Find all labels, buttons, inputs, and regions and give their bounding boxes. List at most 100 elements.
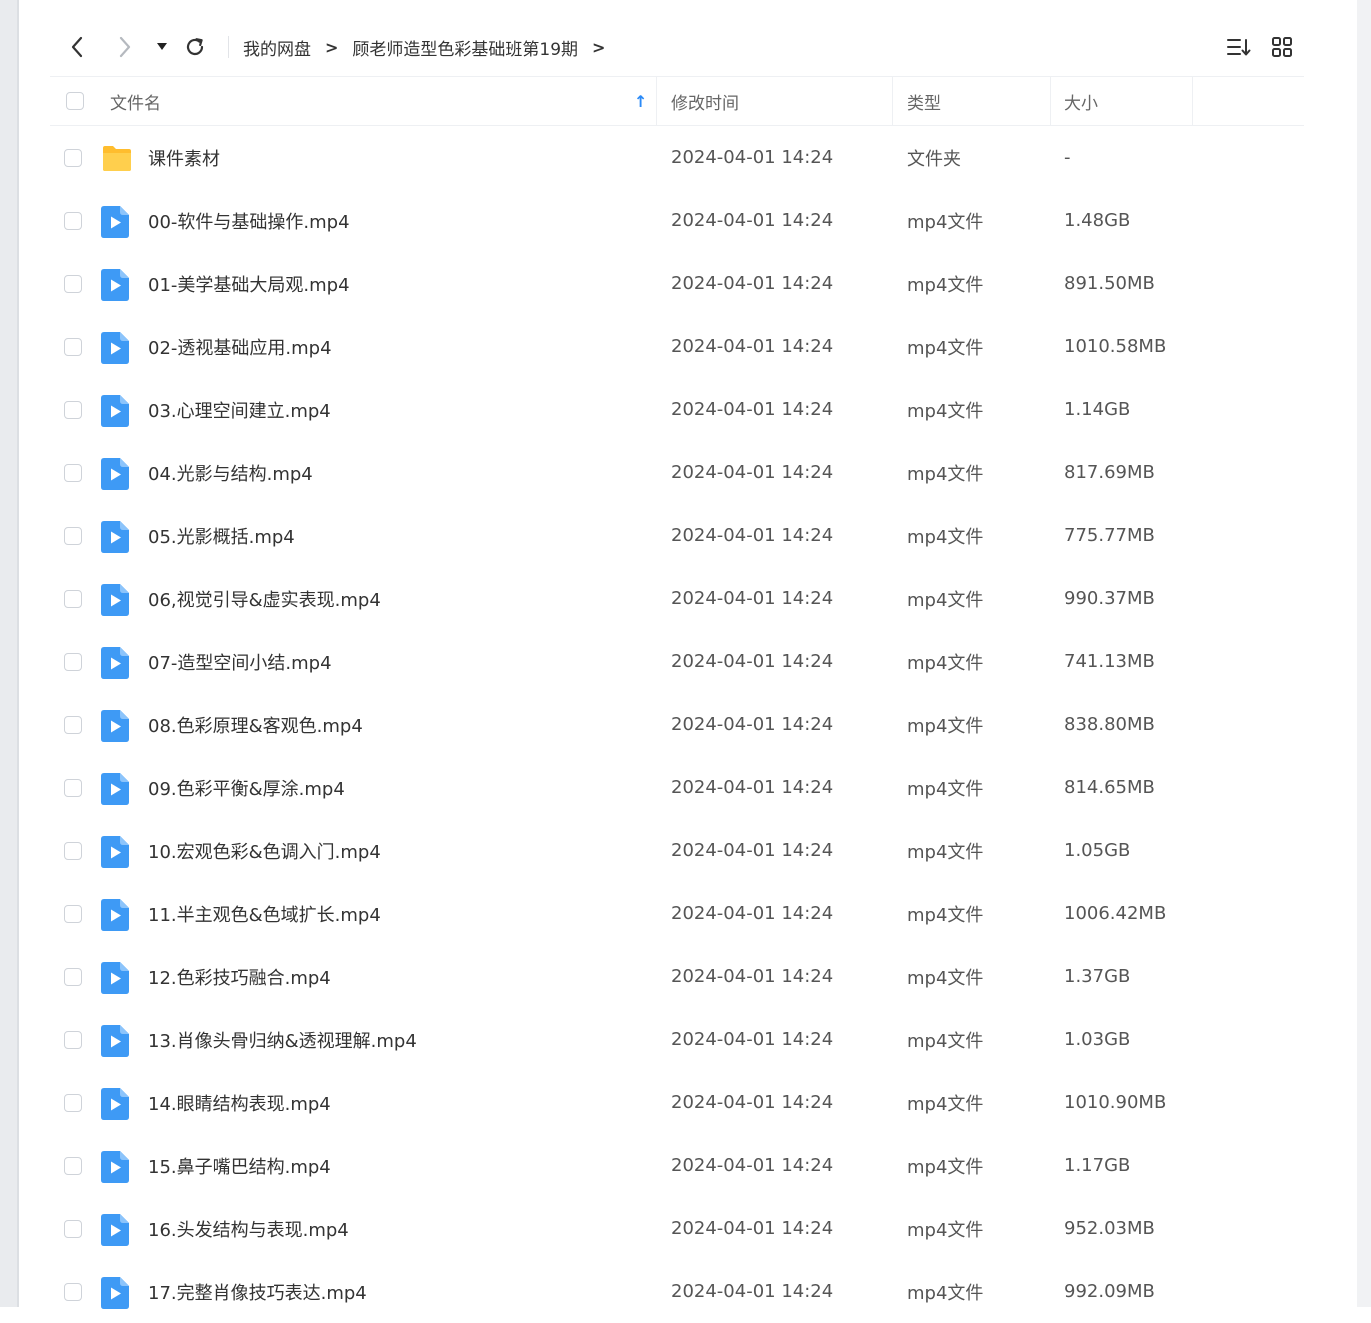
breadcrumb-root[interactable]: 我的网盘 <box>243 35 311 60</box>
select-all-checkbox[interactable] <box>66 92 84 110</box>
table-row[interactable]: 05.光影概括.mp4 2024-04-01 14:24 mp4文件 775.77MB <box>50 504 1304 567</box>
table-row[interactable]: 00-软件与基础操作.mp4 2024-04-01 14:24 mp4文件 1.48G… <box>50 189 1304 252</box>
table-row[interactable]: 13.肖像头骨归纳&透视理解.mp4 2024-04-01 14:24 mp4文件 1… <box>50 1008 1304 1071</box>
column-header-time[interactable]: 修改时间 <box>671 77 891 125</box>
table-row[interactable]: 01-美学基础大局观.mp4 2024-04-01 14:24 mp4文件 891.5… <box>50 252 1304 315</box>
file-type-icon <box>101 1277 131 1309</box>
row-checkbox[interactable] <box>64 338 82 356</box>
file-type-icon <box>101 836 131 868</box>
row-checkbox[interactable] <box>64 1094 82 1112</box>
column-header-type[interactable]: 类型 <box>907 77 1047 125</box>
table-row[interactable]: 04.光影与结构.mp4 2024-04-01 14:24 mp4文件 817.69M… <box>50 441 1304 504</box>
column-divider <box>1192 77 1193 125</box>
file-name[interactable]: 02-透视基础应用.mp4 <box>148 315 332 378</box>
file-name[interactable]: 03.心理空间建立.mp4 <box>148 378 331 441</box>
file-size: 1.14GB <box>1064 399 1131 420</box>
file-size: 1010.90MB <box>1064 1092 1167 1113</box>
file-name[interactable]: 00-软件与基础操作.mp4 <box>148 189 350 252</box>
file-name[interactable]: 08.色彩原理&客观色.mp4 <box>148 693 363 756</box>
file-name[interactable]: 09.色彩平衡&厚涂.mp4 <box>148 756 345 819</box>
table-row[interactable]: 10.宏观色彩&色调入门.mp4 2024-04-01 14:24 mp4文件 1.0… <box>50 819 1304 882</box>
file-name[interactable]: 07-造型空间小结.mp4 <box>148 630 332 693</box>
table-row[interactable]: 11.半主观色&色域扩长.mp4 2024-04-01 14:24 mp4文件 100… <box>50 882 1304 945</box>
column-header-time-label: 修改时间 <box>671 93 739 114</box>
forward-button[interactable] <box>110 24 140 70</box>
table-row[interactable]: 08.色彩原理&客观色.mp4 2024-04-01 14:24 mp4文件 838.… <box>50 693 1304 756</box>
file-name[interactable]: 12.色彩技巧融合.mp4 <box>148 945 331 1008</box>
file-type-icon <box>101 584 131 616</box>
table-row[interactable]: 12.色彩技巧融合.mp4 2024-04-01 14:24 mp4文件 1.37GB <box>50 945 1304 1008</box>
file-type-icon <box>101 521 131 553</box>
history-dropdown-button[interactable] <box>150 24 174 70</box>
sort-list-icon <box>1227 39 1251 56</box>
breadcrumb-current-folder[interactable]: 顾老师造型色彩基础班第19期 <box>352 35 578 60</box>
table-row[interactable]: 14.眼睛结构表现.mp4 2024-04-01 14:24 mp4文件 1010.9… <box>50 1071 1304 1134</box>
file-name[interactable]: 课件素材 <box>148 126 220 189</box>
row-checkbox[interactable] <box>64 275 82 293</box>
row-checkbox[interactable] <box>64 590 82 608</box>
file-size: 952.03MB <box>1064 1218 1155 1239</box>
row-checkbox[interactable] <box>64 212 82 230</box>
file-name[interactable]: 14.眼睛结构表现.mp4 <box>148 1071 331 1134</box>
row-checkbox[interactable] <box>64 653 82 671</box>
file-size: 741.13MB <box>1064 651 1155 672</box>
row-checkbox[interactable] <box>64 716 82 734</box>
video-file-icon <box>101 710 129 742</box>
video-file-icon <box>101 206 129 238</box>
row-checkbox[interactable] <box>64 401 82 419</box>
file-name[interactable]: 10.宏观色彩&色调入门.mp4 <box>148 819 381 882</box>
sort-ascending-icon[interactable]: ↑ <box>634 77 647 125</box>
row-checkbox[interactable] <box>64 968 82 986</box>
column-header-name[interactable]: 文件名 <box>110 77 650 125</box>
video-file-icon <box>101 1277 129 1309</box>
column-header-size[interactable]: 大小 <box>1064 77 1184 125</box>
column-divider <box>892 77 893 125</box>
file-name[interactable]: 11.半主观色&色域扩长.mp4 <box>148 882 381 945</box>
file-type-icon <box>101 1151 131 1183</box>
row-checkbox[interactable] <box>64 149 82 167</box>
file-type: mp4文件 <box>907 841 984 863</box>
table-row[interactable]: 03.心理空间建立.mp4 2024-04-01 14:24 mp4文件 1.14GB <box>50 378 1304 441</box>
file-type: mp4文件 <box>907 463 984 485</box>
refresh-button[interactable] <box>180 24 210 70</box>
file-size: 1.37GB <box>1064 966 1131 987</box>
row-checkbox[interactable] <box>64 464 82 482</box>
sort-button[interactable] <box>1222 24 1254 70</box>
file-type-icon <box>101 269 131 301</box>
file-name[interactable]: 04.光影与结构.mp4 <box>148 441 313 504</box>
file-size: 838.80MB <box>1064 714 1155 735</box>
row-checkbox[interactable] <box>64 527 82 545</box>
table-row[interactable]: 17.完整肖像技巧表达.mp4 2024-04-01 14:24 mp4文件 992.… <box>50 1260 1304 1323</box>
table-row[interactable]: 06,视觉引导&虚实表现.mp4 2024-04-01 14:24 mp4文件 990… <box>50 567 1304 630</box>
row-checkbox[interactable] <box>64 905 82 923</box>
table-row[interactable]: 16.头发结构与表现.mp4 2024-04-01 14:24 mp4文件 952.0… <box>50 1197 1304 1260</box>
table-row[interactable]: 07-造型空间小结.mp4 2024-04-01 14:24 mp4文件 741.13… <box>50 630 1304 693</box>
file-type-icon <box>101 1214 131 1246</box>
modified-time: 2024-04-01 14:24 <box>671 1281 834 1302</box>
row-checkbox[interactable] <box>64 1157 82 1175</box>
table-row[interactable]: 02-透视基础应用.mp4 2024-04-01 14:24 mp4文件 1010.5… <box>50 315 1304 378</box>
table-row[interactable]: 15.鼻子嘴巴结构.mp4 2024-04-01 14:24 mp4文件 1.17GB <box>50 1134 1304 1197</box>
file-name[interactable]: 06,视觉引导&虚实表现.mp4 <box>148 567 381 630</box>
video-file-icon <box>101 899 129 931</box>
file-name[interactable]: 17.完整肖像技巧表达.mp4 <box>148 1260 367 1323</box>
file-name[interactable]: 01-美学基础大局观.mp4 <box>148 252 350 315</box>
row-checkbox[interactable] <box>64 1283 82 1301</box>
back-button[interactable] <box>62 24 92 70</box>
column-divider <box>1050 77 1051 125</box>
file-name[interactable]: 05.光影概括.mp4 <box>148 504 295 567</box>
row-checkbox[interactable] <box>64 842 82 860</box>
video-file-icon <box>101 521 129 553</box>
modified-time: 2024-04-01 14:24 <box>671 147 834 168</box>
row-checkbox[interactable] <box>64 1031 82 1049</box>
file-name[interactable]: 15.鼻子嘴巴结构.mp4 <box>148 1134 331 1197</box>
modified-time: 2024-04-01 14:24 <box>671 651 834 672</box>
folder-row[interactable]: 课件素材 2024-04-01 14:24 文件夹 - <box>50 126 1304 189</box>
table-row[interactable]: 09.色彩平衡&厚涂.mp4 2024-04-01 14:24 mp4文件 814.6… <box>50 756 1304 819</box>
view-toggle-button[interactable] <box>1266 24 1298 70</box>
row-checkbox[interactable] <box>64 1220 82 1238</box>
file-name[interactable]: 16.头发结构与表现.mp4 <box>148 1197 349 1260</box>
modified-time: 2024-04-01 14:24 <box>671 399 834 420</box>
file-name[interactable]: 13.肖像头骨归纳&透视理解.mp4 <box>148 1008 417 1071</box>
row-checkbox[interactable] <box>64 779 82 797</box>
